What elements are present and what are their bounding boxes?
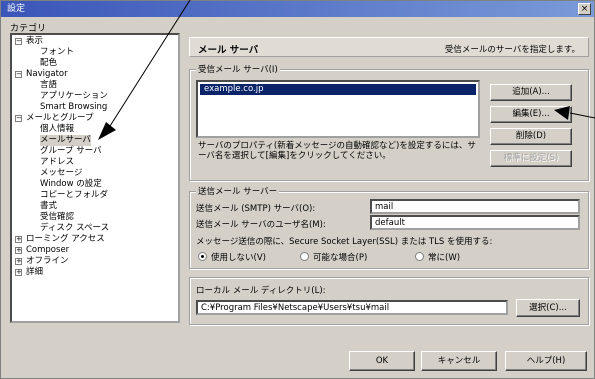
arrow-line-tree [109, 0, 191, 127]
arrow-head-tree [98, 122, 116, 140]
annotation-arrows [98, 0, 595, 140]
arrow-head-edit [554, 106, 570, 120]
arrow-line-edit [569, 112, 595, 119]
